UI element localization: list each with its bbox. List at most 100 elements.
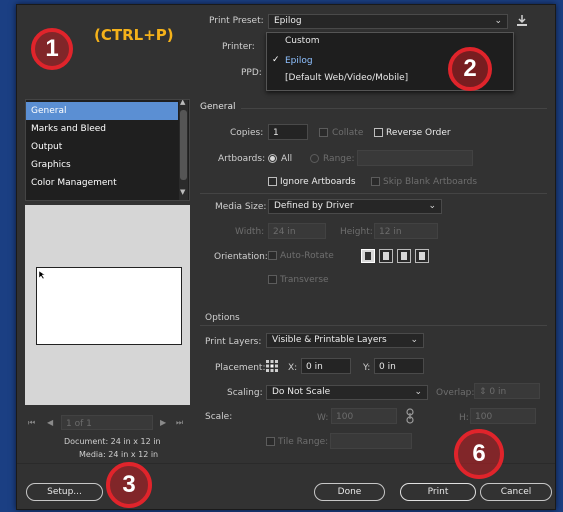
artboards-label: Artboards: <box>218 154 266 164</box>
media-size-select[interactable]: Defined by Driver ⌄ <box>268 199 442 214</box>
x-label: X: <box>288 363 298 373</box>
sidebar-item-marks-and-bleed[interactable]: Marks and Bleed <box>26 120 178 138</box>
sidebar-item-output[interactable]: Output <box>26 138 178 156</box>
y-label: Y: <box>363 363 371 373</box>
skip-blank-checkbox[interactable] <box>371 177 380 186</box>
print-preset-select[interactable]: Epilog ⌄ <box>268 14 508 29</box>
artboards-all-radio[interactable] <box>268 154 277 163</box>
skip-blank-label: Skip Blank Artboards <box>383 177 478 187</box>
w-label: W: <box>317 413 329 423</box>
step-1-marker: 1 <box>31 28 73 70</box>
last-page-icon[interactable]: ⏭ <box>176 418 183 428</box>
orientation-flipped-landscape-button[interactable] <box>415 249 429 263</box>
scale-height-input[interactable]: 100 <box>470 408 536 424</box>
cursor-icon <box>38 270 46 280</box>
height-input[interactable]: 12 in <box>374 223 438 239</box>
page-indicator-field[interactable]: 1 of 1 <box>61 415 153 430</box>
transverse-checkbox[interactable] <box>268 275 277 284</box>
save-preset-icon[interactable] <box>515 14 529 28</box>
category-scrollbar[interactable]: ▲ ▼ <box>179 100 188 200</box>
placement-grid-icon[interactable] <box>265 359 279 373</box>
artboards-all-label: All <box>281 154 293 164</box>
collate-label: Collate <box>332 128 364 138</box>
print-preview-area[interactable] <box>25 205 190 405</box>
x-input[interactable]: 0 in <box>301 358 351 374</box>
document-size-label: Document: 24 in x 12 in <box>64 437 161 446</box>
general-divider <box>241 108 547 109</box>
artboards-range-radio[interactable] <box>310 154 319 163</box>
overlap-value: 0 in <box>489 387 507 397</box>
general-section-title: General <box>200 102 236 112</box>
next-page-icon[interactable]: ▶ <box>160 418 166 427</box>
stepper-icon: ⇕ <box>479 387 487 397</box>
range-label: Range: <box>323 154 355 164</box>
transverse-label: Transverse <box>280 275 329 285</box>
step-6-marker: 6 <box>454 429 504 479</box>
preset-option-default[interactable]: [Default Web/Video/Mobile] <box>285 73 408 83</box>
category-list: General Marks and Bleed Output Graphics … <box>25 99 190 201</box>
media-size-info: Media: 24 in x 12 in <box>79 450 159 459</box>
chevron-down-icon: ⌄ <box>414 387 422 397</box>
orientation-portrait-button[interactable] <box>361 249 375 263</box>
orientation-landscape-button[interactable] <box>379 249 393 263</box>
shortcut-hint: (CTRL+P) <box>94 26 174 44</box>
chevron-down-icon: ⌄ <box>494 16 502 26</box>
print-layers-select[interactable]: Visible & Printable Layers ⌄ <box>266 333 424 348</box>
scale-width-input[interactable]: 100 <box>331 408 397 424</box>
print-layers-label: Print Layers: <box>205 337 262 347</box>
portrait-icon <box>365 252 371 260</box>
scaling-label: Scaling: <box>227 388 263 398</box>
scroll-down-icon[interactable]: ▼ <box>180 188 185 196</box>
placement-label: Placement: <box>215 363 266 373</box>
ignore-artboards-label: Ignore Artboards <box>280 177 356 187</box>
collate-checkbox[interactable] <box>319 128 328 137</box>
first-page-icon[interactable]: ⏮ <box>28 418 35 428</box>
overlap-input[interactable]: ⇕ 0 in <box>474 383 540 399</box>
sidebar-item-graphics[interactable]: Graphics <box>26 156 178 174</box>
tile-range-label: Tile Range: <box>278 437 329 447</box>
range-input[interactable] <box>357 150 473 166</box>
constrain-proportions-icon[interactable] <box>405 408 415 424</box>
previous-page-icon[interactable]: ◀ <box>47 418 53 427</box>
sidebar-item-general[interactable]: General <box>26 102 178 120</box>
scroll-up-icon[interactable]: ▲ <box>180 100 185 106</box>
media-divider <box>200 193 547 194</box>
flipped-portrait-icon <box>401 252 407 260</box>
printer-label: Printer: <box>222 42 255 52</box>
flipped-landscape-icon <box>419 252 425 260</box>
overlap-label: Overlap: <box>436 388 475 398</box>
tile-range-input[interactable] <box>330 433 412 449</box>
reverse-order-checkbox[interactable] <box>374 128 383 137</box>
sidebar-item-color-management[interactable]: Color Management <box>26 174 178 192</box>
orientation-label: Orientation: <box>214 252 268 262</box>
scaling-select[interactable]: Do Not Scale ⌄ <box>266 385 428 400</box>
step-3-marker: 3 <box>106 462 152 508</box>
step-2-marker: 2 <box>448 47 492 91</box>
print-preset-label: Print Preset: <box>209 16 264 26</box>
preset-option-custom[interactable]: Custom <box>285 36 319 46</box>
reverse-order-label: Reverse Order <box>386 128 451 138</box>
media-size-label: Media Size: <box>215 202 267 212</box>
ignore-artboards-checkbox[interactable] <box>268 177 277 186</box>
cancel-button[interactable]: Cancel <box>480 483 552 501</box>
auto-rotate-checkbox[interactable] <box>268 251 277 260</box>
y-input[interactable]: 0 in <box>374 358 424 374</box>
setup-button[interactable]: Setup... <box>26 483 103 501</box>
ppd-label: PPD: <box>241 68 262 78</box>
scale-label: Scale: <box>205 412 233 422</box>
done-button[interactable]: Done <box>314 483 385 501</box>
width-label: Width: <box>235 227 265 237</box>
tile-range-checkbox[interactable] <box>266 437 275 446</box>
auto-rotate-label: Auto-Rotate <box>280 251 334 261</box>
preset-option-epilog-label: Epilog <box>285 56 313 66</box>
preview-page <box>36 267 182 345</box>
scrollbar-thumb[interactable] <box>180 110 187 180</box>
height-label: Height: <box>340 227 373 237</box>
width-input[interactable]: 24 in <box>268 223 326 239</box>
orientation-flipped-portrait-button[interactable] <box>397 249 411 263</box>
print-layers-value: Visible & Printable Layers <box>272 335 387 345</box>
copies-input[interactable]: 1 <box>268 124 308 140</box>
options-section-title: Options <box>205 313 240 323</box>
print-button[interactable]: Print <box>400 483 476 501</box>
chevron-down-icon: ⌄ <box>410 335 418 345</box>
